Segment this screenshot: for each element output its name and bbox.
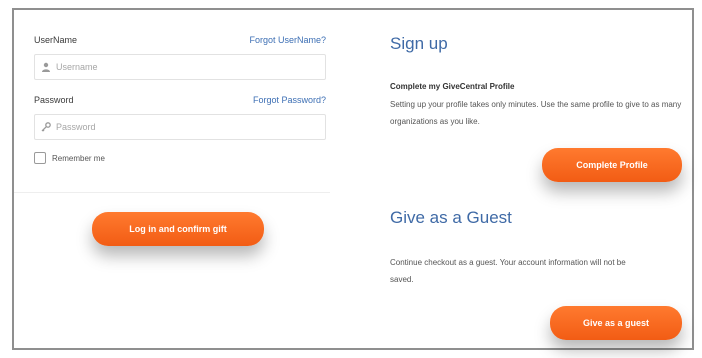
guest-title: Give as a Guest bbox=[390, 208, 512, 227]
right-column: Sign up Complete my GiveCentral Profile … bbox=[386, 10, 686, 348]
give-as-guest-button[interactable]: Give as a guest bbox=[550, 306, 682, 340]
username-field[interactable] bbox=[34, 54, 326, 80]
signup-title: Sign up bbox=[390, 34, 448, 53]
password-field[interactable] bbox=[34, 114, 326, 140]
username-label: UserName bbox=[34, 35, 78, 45]
remember-me-label: Remember me bbox=[52, 153, 105, 163]
user-icon bbox=[42, 62, 50, 72]
password-label: Password bbox=[34, 95, 74, 105]
signup-subtitle: Complete my GiveCentral Profile bbox=[390, 82, 515, 91]
key-icon bbox=[41, 122, 51, 132]
username-row: UserName Forgot UserName? bbox=[34, 32, 326, 48]
guest-description: Continue checkout as a guest. Your accou… bbox=[390, 258, 626, 284]
password-row: Password Forgot Password? bbox=[34, 92, 326, 108]
password-input[interactable] bbox=[56, 122, 325, 132]
remember-me: Remember me bbox=[34, 152, 326, 164]
login-panel: UserName Forgot UserName? Password Forgo… bbox=[12, 8, 694, 350]
divider bbox=[14, 192, 330, 193]
signup-description: Setting up your profile takes only minut… bbox=[390, 100, 682, 126]
remember-me-checkbox[interactable] bbox=[34, 152, 46, 164]
username-input[interactable] bbox=[56, 62, 325, 72]
login-confirm-button[interactable]: Log in and confirm gift bbox=[92, 212, 264, 246]
forgot-password-link[interactable]: Forgot Password? bbox=[253, 95, 326, 105]
forgot-username-link[interactable]: Forgot UserName? bbox=[249, 35, 326, 45]
complete-profile-button[interactable]: Complete Profile bbox=[542, 148, 682, 182]
login-form: UserName Forgot UserName? Password Forgo… bbox=[34, 32, 326, 164]
